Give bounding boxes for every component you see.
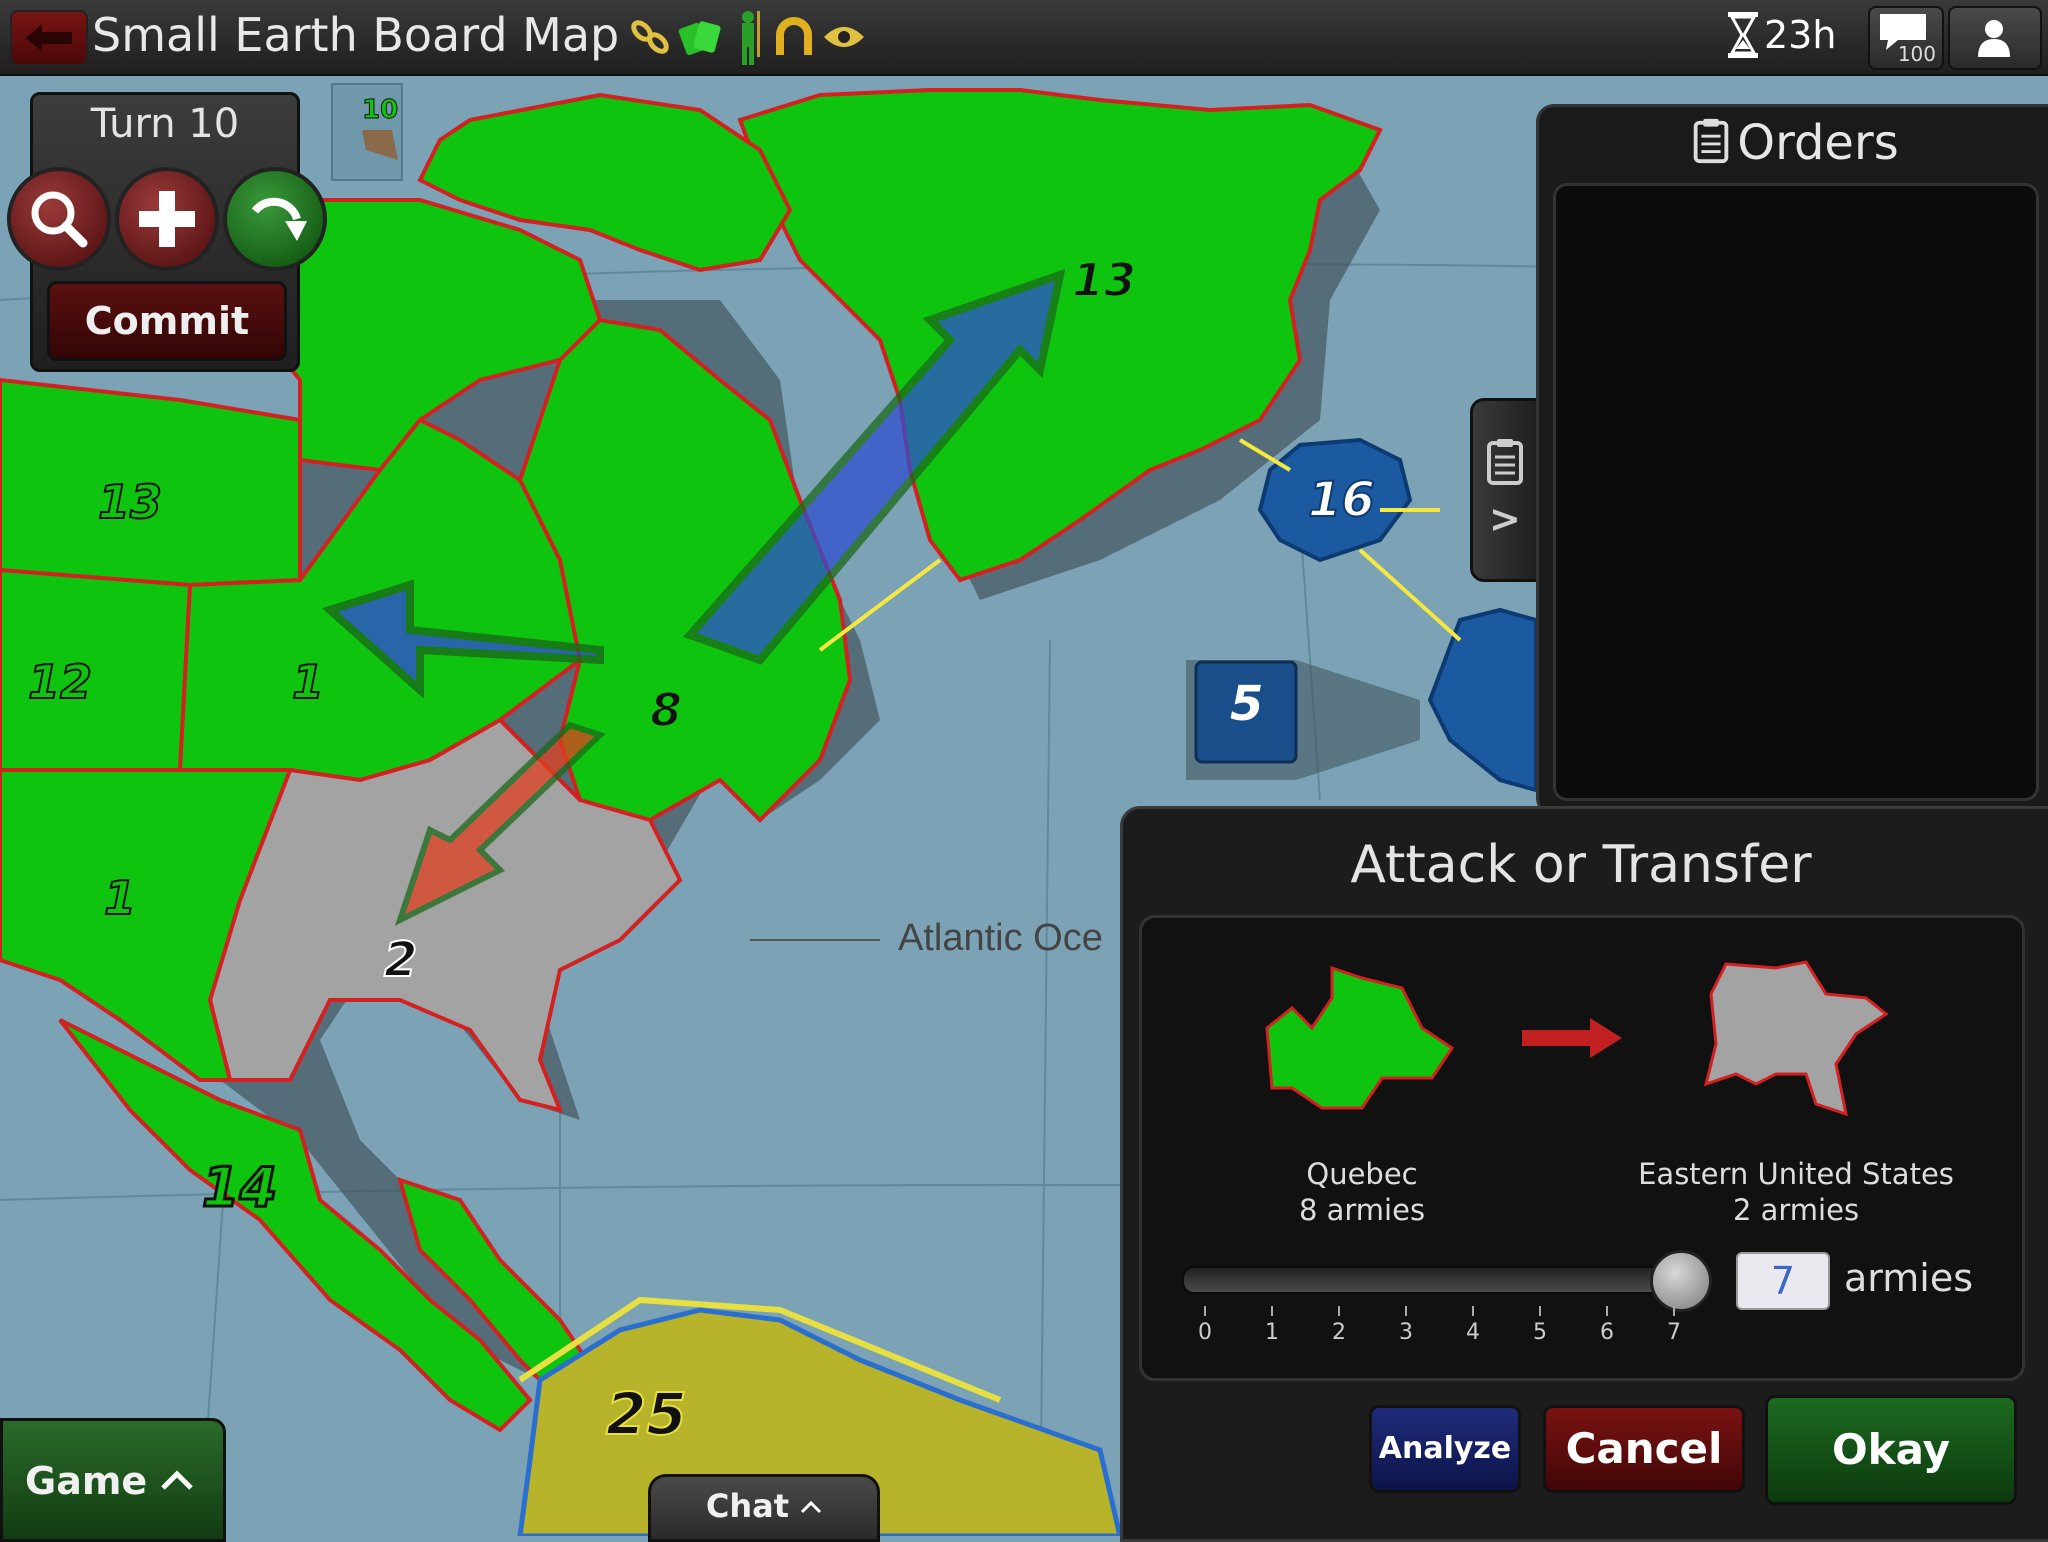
add-order-button[interactable] (115, 167, 219, 271)
army-label-south-america: 25 (606, 1380, 687, 1448)
clipboard-icon (1487, 439, 1523, 485)
slider-tick (1405, 1306, 1407, 1316)
dialog-title: Attack or Transfer (1350, 835, 1812, 895)
zoom-button[interactable] (7, 167, 111, 271)
eye-icon (824, 27, 864, 47)
slider-tick-label: 2 (1332, 1320, 1346, 1345)
turn-panel: Turn 10 Commit (7, 92, 327, 372)
army-label-greenland: 13 (1072, 253, 1136, 307)
ocean-label: Atlantic Oce (898, 917, 1103, 959)
person-icon (1978, 20, 2010, 57)
slider-tick-label: 0 (1198, 1320, 1212, 1345)
attack-transfer-dialog: Attack or Transfer Quebec 8 armies Easte… (1120, 806, 2048, 1542)
transfer-arrow-icon (1522, 1018, 1622, 1058)
armies-input[interactable]: 7 (1736, 1252, 1830, 1310)
okay-button[interactable]: Okay (1765, 1395, 2017, 1505)
slider-tick (1271, 1306, 1273, 1316)
slider-tick-label: 3 (1399, 1320, 1413, 1345)
from-territory-shape (1265, 965, 1455, 1110)
to-territory-armies: 2 armies (1732, 1193, 1860, 1227)
slider-tick-label: 4 (1466, 1320, 1480, 1345)
from-territory-armies: 8 armies (1298, 1193, 1426, 1227)
orders-title: Orders (1539, 115, 2048, 171)
chat-count: 100 (1897, 42, 1936, 66)
army-label-mexico: 14 (202, 1156, 277, 1219)
analyze-button[interactable]: Analyze (1369, 1405, 1521, 1493)
army-label-iceland: 16 (1308, 472, 1375, 528)
army-label-quebec: 8 (650, 683, 682, 737)
magnifier-icon (31, 191, 88, 248)
army-label-central-canada: 1 (292, 655, 324, 709)
orders-panel: Orders (1536, 104, 2048, 816)
from-territory-name: Quebec (1306, 1157, 1418, 1191)
slider-tick-label: 6 (1600, 1320, 1614, 1345)
slider-tick-label: 7 (1667, 1320, 1681, 1345)
profile-button[interactable] (1948, 6, 2042, 70)
army-label-southwest-us: 1 (104, 871, 136, 925)
to-territory-info: Eastern United States 2 armies (1626, 1156, 1966, 1228)
slider-tick (1472, 1306, 1474, 1316)
armies-slider-track[interactable] (1182, 1266, 1666, 1294)
card-count: 10 (362, 95, 398, 125)
back-button[interactable] (10, 10, 88, 66)
game-menu-button[interactable]: Game (0, 1418, 226, 1542)
timer-value: 23h (1764, 13, 1837, 57)
link-icon (631, 20, 669, 54)
collapse-chevron-icon: > (1489, 497, 1521, 541)
to-territory-shape (1703, 960, 1889, 1117)
slider-tick-label: 5 (1533, 1320, 1547, 1345)
horseshoe-icon (776, 17, 812, 55)
army-label-eastern-us: 2 (384, 932, 417, 988)
orders-collapse-tab[interactable]: > (1470, 398, 1542, 582)
army-label-transport: 5 (1230, 676, 1263, 732)
next-phase-button[interactable] (223, 167, 327, 271)
card-indicator[interactable]: 10 (331, 83, 403, 181)
armies-unit-label: armies (1844, 1256, 1973, 1300)
back-arrow-icon (26, 24, 72, 52)
orders-title-text: Orders (1737, 115, 1899, 171)
top-bar: Small Earth Board Map 23h 100 (0, 0, 2048, 76)
armies-slider-knob[interactable] (1650, 1250, 1712, 1312)
commander-icon (742, 11, 760, 65)
chevron-up-icon (161, 1470, 194, 1490)
to-territory-name: Eastern United States (1638, 1157, 1954, 1191)
from-territory-info: Quebec 8 armies (1222, 1156, 1502, 1228)
slider-tick (1204, 1306, 1206, 1316)
plus-icon (139, 191, 195, 247)
game-settings-icons[interactable] (628, 11, 866, 65)
chat-button[interactable]: 100 (1868, 6, 1944, 70)
cards-icon (678, 21, 721, 56)
cancel-button[interactable]: Cancel (1543, 1405, 1745, 1493)
game-menu-label: Game (25, 1459, 194, 1503)
dialog-content: Quebec 8 armies Eastern United States 2 … (1139, 915, 2025, 1381)
commit-button[interactable]: Commit (47, 281, 287, 361)
chat-chevron-up-icon (801, 1500, 822, 1514)
hourglass-icon (1728, 12, 1758, 58)
slider-tick (1338, 1306, 1340, 1316)
slider-tick (1673, 1306, 1675, 1316)
orders-clipboard-icon (1694, 118, 1729, 164)
chat-tab[interactable]: Chat (648, 1474, 880, 1542)
army-label-alberta: 13 (98, 475, 162, 529)
turn-label: Turn 10 (90, 101, 240, 147)
slider-tick (1539, 1306, 1541, 1316)
orders-list[interactable] (1553, 183, 2039, 801)
curved-arrow-icon (251, 197, 307, 241)
slider-tick-label: 1 (1265, 1320, 1279, 1345)
turn-timer: 23h (1728, 12, 1836, 58)
slider-tick (1606, 1306, 1608, 1316)
chat-tab-label: Chat (705, 1487, 789, 1525)
map-title: Small Earth Board Map (92, 8, 620, 62)
army-label-western-us: 12 (28, 655, 92, 709)
